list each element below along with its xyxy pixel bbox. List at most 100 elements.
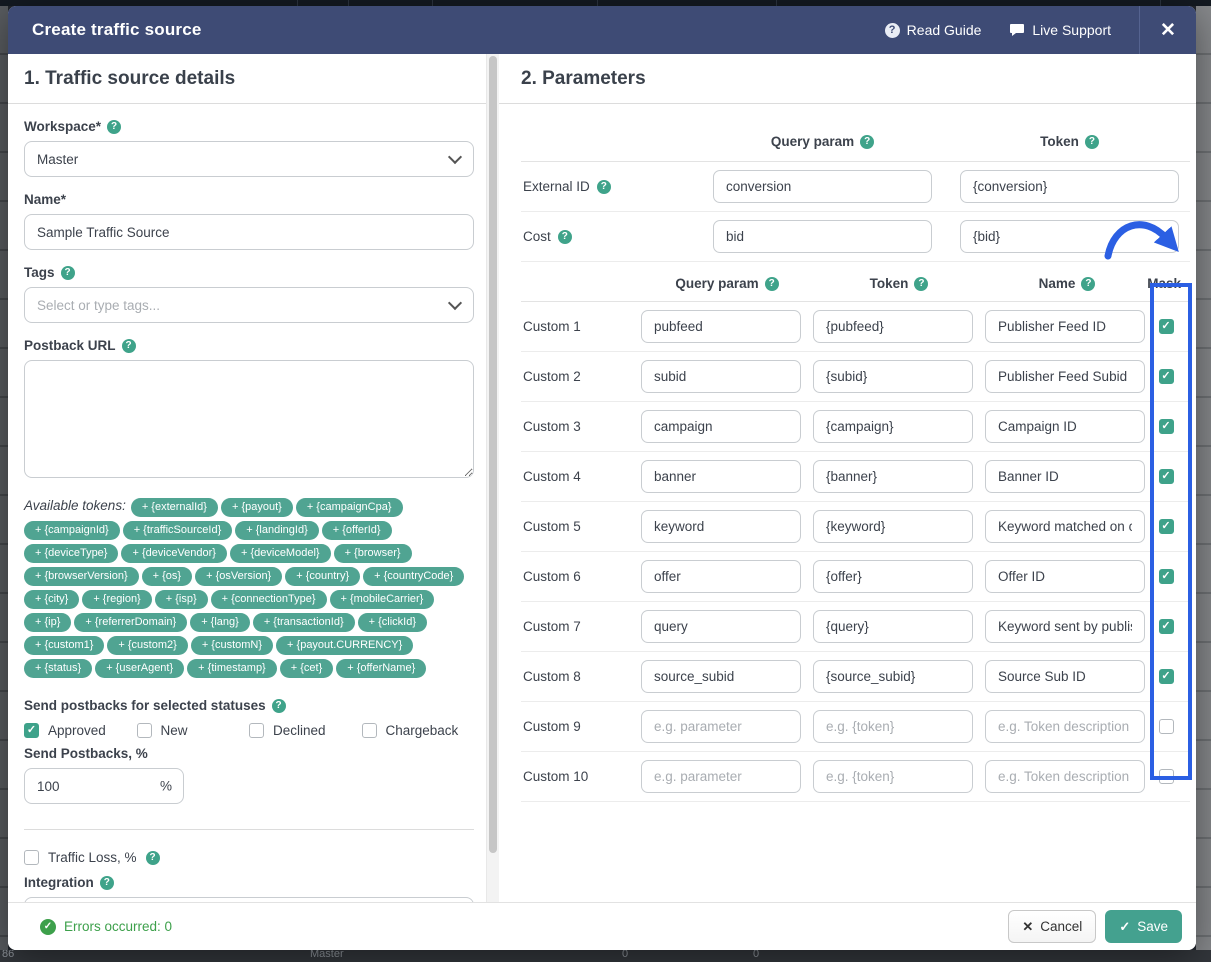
postback-url-textarea[interactable]: [24, 360, 474, 478]
token-pill[interactable]: + {city}: [24, 590, 79, 609]
token-pill[interactable]: + {connectionType}: [211, 590, 327, 609]
token-pill[interactable]: + {custom1}: [24, 636, 104, 655]
tags-select[interactable]: Select or type tags...: [24, 287, 474, 323]
help-icon[interactable]: ?: [765, 277, 779, 291]
workspace-select[interactable]: Master: [24, 141, 474, 177]
mask-checkbox[interactable]: [1159, 669, 1174, 684]
help-icon[interactable]: ?: [1085, 135, 1099, 149]
query-param-input[interactable]: [641, 560, 801, 593]
read-guide-link[interactable]: ? Read Guide: [885, 22, 982, 38]
token-pill[interactable]: + {lang}: [190, 613, 250, 632]
token-pill[interactable]: + {os}: [142, 567, 192, 586]
help-icon[interactable]: ?: [860, 135, 874, 149]
name-input[interactable]: [985, 410, 1145, 443]
status-checkbox-chargeback[interactable]: Chargeback: [362, 723, 475, 738]
name-input[interactable]: [985, 510, 1145, 543]
token-pill[interactable]: + {isp}: [155, 590, 208, 609]
token-input[interactable]: [813, 560, 973, 593]
mask-checkbox[interactable]: [1159, 369, 1174, 384]
token-input[interactable]: [813, 310, 973, 343]
token-pill[interactable]: + {transactionId}: [253, 613, 355, 632]
token-pill[interactable]: + {offerId}: [322, 521, 392, 540]
token-pill[interactable]: + {customN}: [191, 636, 273, 655]
token-pill[interactable]: + {landingId}: [235, 521, 318, 540]
token-pill[interactable]: + {timestamp}: [187, 659, 277, 678]
query-param-input[interactable]: [713, 170, 932, 203]
status-checkbox-approved[interactable]: Approved: [24, 723, 137, 738]
scrollbar-thumb[interactable]: [489, 56, 497, 853]
help-icon[interactable]: ?: [61, 266, 75, 280]
mask-checkbox[interactable]: [1159, 519, 1174, 534]
close-icon[interactable]: ✕: [1140, 6, 1196, 54]
help-icon[interactable]: ?: [100, 876, 114, 890]
help-icon[interactable]: ?: [1081, 277, 1095, 291]
token-input[interactable]: [813, 710, 973, 743]
token-input[interactable]: [813, 760, 973, 793]
cancel-button[interactable]: ✕ Cancel: [1008, 910, 1096, 943]
name-input[interactable]: [985, 610, 1145, 643]
token-pill[interactable]: + {deviceType}: [24, 544, 118, 563]
query-param-input[interactable]: [641, 460, 801, 493]
checkbox-icon[interactable]: [249, 723, 264, 738]
token-pill[interactable]: + {payout.CURRENCY}: [276, 636, 413, 655]
status-checkbox-new[interactable]: New: [137, 723, 250, 738]
token-pill[interactable]: + {campaignCpa}: [296, 498, 403, 517]
name-input[interactable]: [985, 460, 1145, 493]
query-param-input[interactable]: [713, 220, 932, 253]
token-pill[interactable]: + {browser}: [334, 544, 412, 563]
live-support-link[interactable]: Live Support: [1009, 22, 1111, 38]
token-pill[interactable]: + {deviceModel}: [230, 544, 331, 563]
token-pill[interactable]: + {status}: [24, 659, 92, 678]
query-param-input[interactable]: [641, 660, 801, 693]
token-pill[interactable]: + {userAgent}: [95, 659, 184, 678]
query-param-input[interactable]: [641, 410, 801, 443]
token-pill[interactable]: + {region}: [82, 590, 151, 609]
token-input[interactable]: [813, 510, 973, 543]
mask-checkbox[interactable]: [1159, 619, 1174, 634]
token-pill[interactable]: + {clickId}: [358, 613, 427, 632]
query-param-input[interactable]: [641, 710, 801, 743]
token-pill[interactable]: + {payout}: [221, 498, 293, 517]
token-pill[interactable]: + {countryCode}: [363, 567, 464, 586]
token-input[interactable]: [813, 360, 973, 393]
checkbox-icon[interactable]: [24, 850, 39, 865]
name-input[interactable]: [985, 560, 1145, 593]
token-pill[interactable]: + {ip}: [24, 613, 71, 632]
left-panel-scrollbar[interactable]: [486, 54, 499, 902]
query-param-input[interactable]: [641, 760, 801, 793]
token-input[interactable]: [960, 220, 1179, 253]
name-input[interactable]: [985, 360, 1145, 393]
token-pill[interactable]: + {deviceVendor}: [121, 544, 227, 563]
token-input[interactable]: [813, 460, 973, 493]
token-pill[interactable]: + {campaignId}: [24, 521, 120, 540]
token-input[interactable]: [813, 610, 973, 643]
token-pill[interactable]: + {browserVersion}: [24, 567, 139, 586]
name-input[interactable]: [24, 214, 474, 250]
query-param-input[interactable]: [641, 360, 801, 393]
token-pill[interactable]: + {trafficSourceId}: [123, 521, 233, 540]
token-pill[interactable]: + {custom2}: [107, 636, 187, 655]
token-input[interactable]: [813, 410, 973, 443]
token-pill[interactable]: + {referrerDomain}: [74, 613, 187, 632]
mask-checkbox[interactable]: [1159, 719, 1174, 734]
name-input[interactable]: [985, 710, 1145, 743]
mask-checkbox[interactable]: [1159, 769, 1174, 784]
help-icon[interactable]: ?: [597, 180, 611, 194]
name-input[interactable]: [985, 760, 1145, 793]
mask-checkbox[interactable]: [1159, 569, 1174, 584]
status-checkbox-declined[interactable]: Declined: [249, 723, 362, 738]
query-param-input[interactable]: [641, 310, 801, 343]
token-pill[interactable]: + {cet}: [280, 659, 334, 678]
checkbox-icon[interactable]: [137, 723, 152, 738]
token-input[interactable]: [960, 170, 1179, 203]
help-icon[interactable]: ?: [107, 120, 121, 134]
token-pill[interactable]: + {offerName}: [336, 659, 426, 678]
token-pill[interactable]: + {externalId}: [131, 498, 218, 517]
token-input[interactable]: [813, 660, 973, 693]
mask-checkbox[interactable]: [1159, 419, 1174, 434]
integration-select[interactable]: [24, 897, 474, 902]
name-input[interactable]: [985, 310, 1145, 343]
token-pill[interactable]: + {osVersion}: [195, 567, 282, 586]
query-param-input[interactable]: [641, 510, 801, 543]
traffic-loss-checkbox[interactable]: Traffic Loss, % ?: [24, 850, 474, 865]
